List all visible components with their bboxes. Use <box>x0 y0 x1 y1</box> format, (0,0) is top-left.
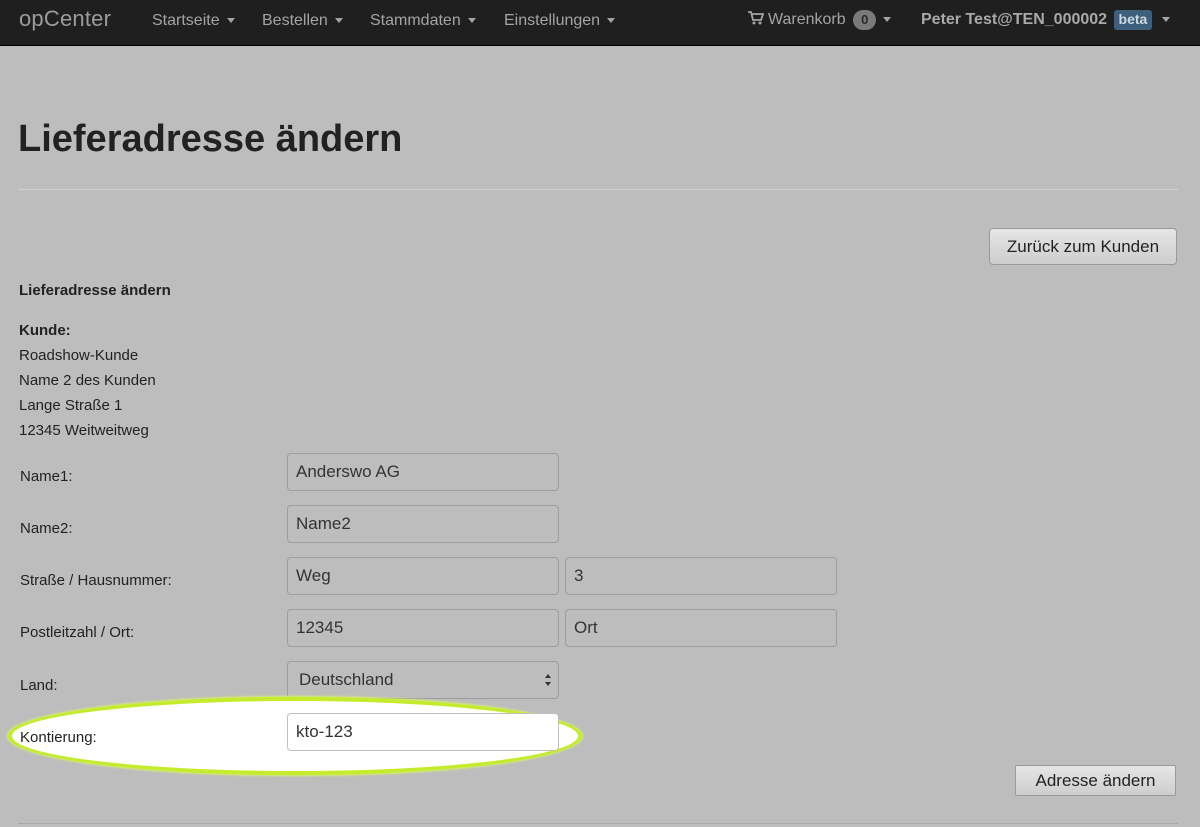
nav-item-label: Einstellungen <box>504 12 601 29</box>
customer-line: Name 2 des Kunden <box>19 372 156 389</box>
street-input[interactable]: Weg <box>287 557 559 595</box>
street-label: Straße / Hausnummer: <box>20 572 172 589</box>
kontierung-label: Kontierung: <box>20 729 97 746</box>
cart-count-badge: 0 <box>853 10 877 30</box>
section-heading: Lieferadresse ändern <box>19 282 171 299</box>
top-navbar: opCenter Startseite Bestellen Stammdaten… <box>0 0 1200 46</box>
select-arrows-icon <box>545 674 551 686</box>
caret-down-icon <box>467 18 476 24</box>
name2-label: Name2: <box>20 520 73 537</box>
footer-divider <box>18 823 1178 824</box>
country-label: Land: <box>20 677 58 694</box>
nav-item-einstellungen[interactable]: Einstellungen <box>504 12 616 30</box>
city-input[interactable]: Ort <box>565 609 837 647</box>
cart-label: Warenkorb <box>768 11 846 28</box>
nav-cart[interactable]: Warenkorb 0 <box>748 10 892 30</box>
nav-user-menu[interactable]: Peter Test@TEN_000002 beta <box>921 10 1171 30</box>
nav-item-startseite[interactable]: Startseite <box>152 12 235 30</box>
customer-line: Lange Straße 1 <box>19 397 123 414</box>
caret-down-icon <box>1162 17 1171 23</box>
caret-down-icon <box>334 18 343 24</box>
shopping-cart-icon <box>748 11 764 25</box>
nav-item-stammdaten[interactable]: Stammdaten <box>370 12 476 30</box>
country-select[interactable]: Deutschland <box>287 661 559 699</box>
change-address-button[interactable]: Adresse ändern <box>1015 765 1176 796</box>
caret-down-icon <box>607 18 616 24</box>
customer-info: Kunde: Roadshow-Kunde Name 2 des Kunden … <box>19 318 156 443</box>
kontierung-input[interactable]: kto-123 <box>287 713 559 751</box>
customer-line: 12345 Weitweitweg <box>19 422 149 439</box>
name1-input[interactable]: Anderswo AG <box>287 453 559 491</box>
customer-label: Kunde: <box>19 322 71 339</box>
nav-item-bestellen[interactable]: Bestellen <box>262 12 343 30</box>
back-to-customer-button[interactable]: Zurück zum Kunden <box>989 228 1177 265</box>
name1-label: Name1: <box>20 468 73 485</box>
nav-item-label: Bestellen <box>262 12 328 29</box>
nav-item-label: Startseite <box>152 12 220 29</box>
beta-badge: beta <box>1113 10 1153 30</box>
zip-input[interactable]: 12345 <box>287 609 559 647</box>
name2-input[interactable]: Name2 <box>287 505 559 543</box>
zip-city-label: Postleitzahl / Ort: <box>20 624 135 641</box>
header-divider <box>18 189 1178 190</box>
brand-logo[interactable]: opCenter <box>19 6 111 32</box>
caret-down-icon <box>883 17 892 23</box>
nav-item-label: Stammdaten <box>370 12 461 29</box>
house-number-input[interactable]: 3 <box>565 557 837 595</box>
caret-down-icon <box>226 18 235 24</box>
page-title: Lieferadresse ändern <box>18 118 403 160</box>
country-select-value: Deutschland <box>299 670 394 689</box>
user-name: Peter Test@TEN_000002 <box>921 11 1108 28</box>
customer-line: Roadshow-Kunde <box>19 347 139 364</box>
